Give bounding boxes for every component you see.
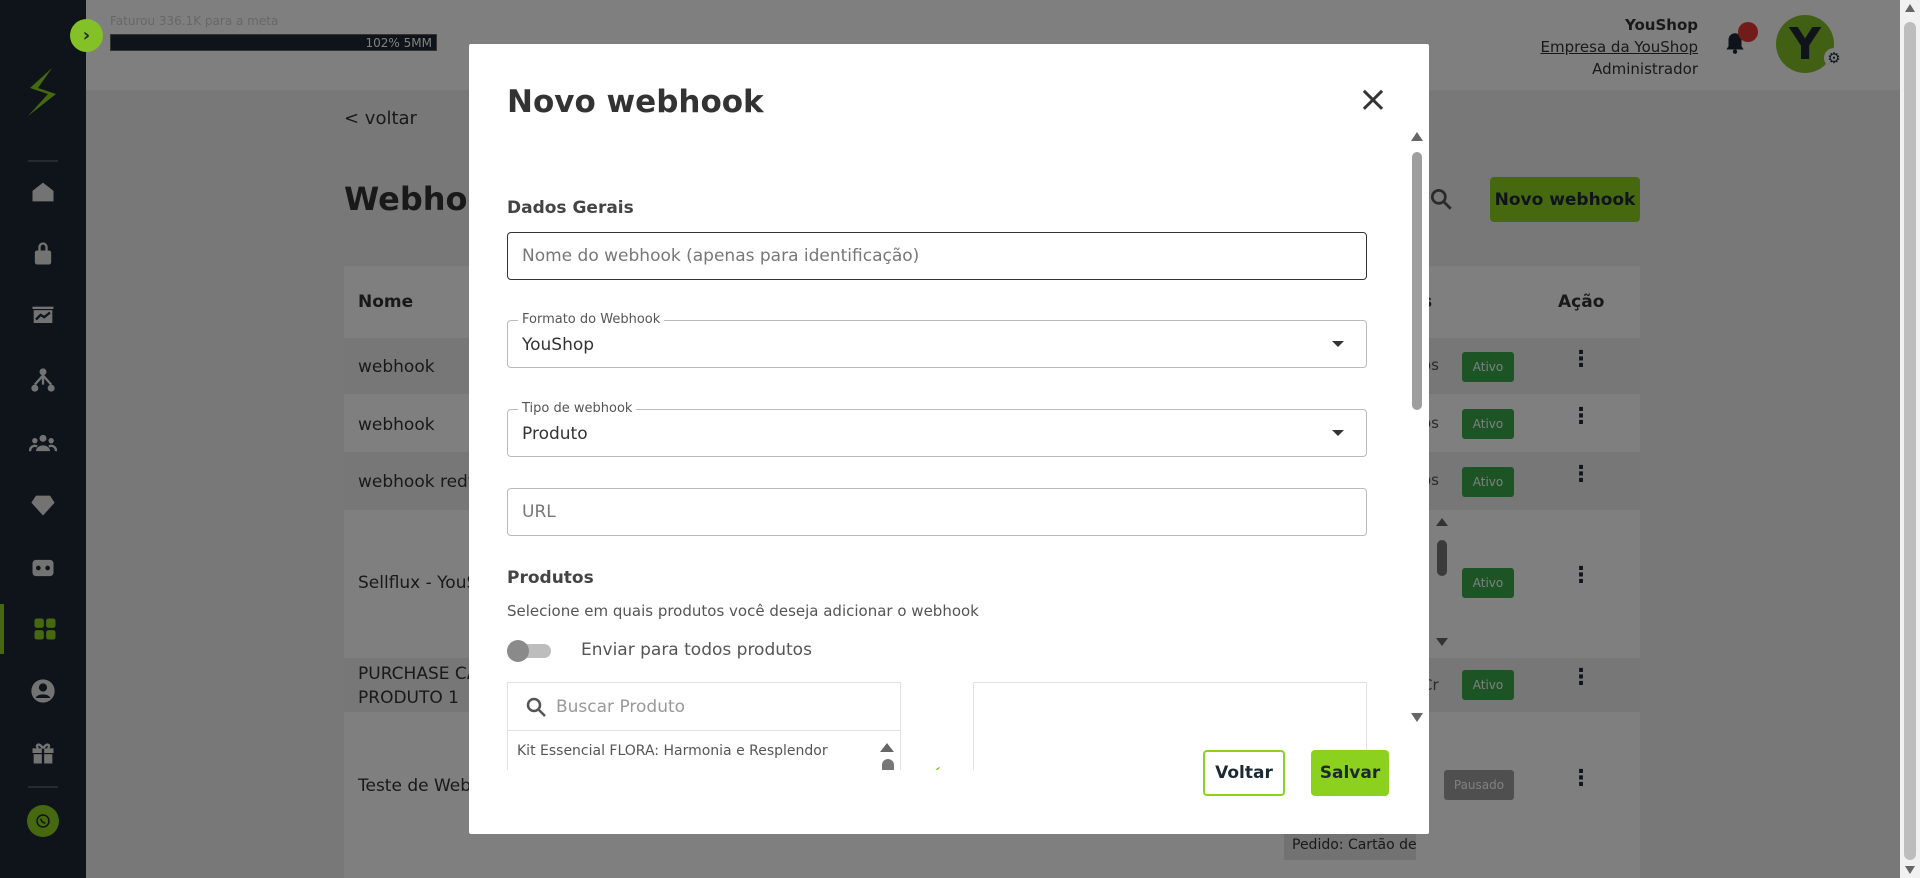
list-scroll-thumb[interactable]: [882, 759, 894, 770]
webhook-type-select[interactable]: Tipo de webhook Produto: [507, 401, 1367, 457]
send-all-products-label: Enviar para todos produtos: [581, 640, 812, 660]
scroll-down-arrow[interactable]: [1411, 713, 1423, 722]
page-scrollbar[interactable]: [1900, 0, 1920, 878]
list-scroll-up-arrow[interactable]: [880, 743, 894, 752]
back-button[interactable]: Voltar: [1203, 750, 1285, 796]
webhook-type-label: Tipo de webhook: [518, 401, 637, 416]
toggle-knob: [507, 640, 529, 662]
save-button[interactable]: Salvar: [1311, 750, 1389, 796]
section-title-general: Dados Gerais: [507, 198, 634, 218]
transfer-arrow-icon[interactable]: ‹: [935, 762, 941, 770]
scroll-up-arrow[interactable]: [1905, 4, 1915, 12]
webhook-format-select[interactable]: Formato do Webhook YouShop: [507, 312, 1367, 368]
section-title-products: Produtos: [507, 568, 594, 588]
product-list-item[interactable]: Kit Essencial FLORA: Harmonia e Resplend…: [517, 743, 828, 759]
chevron-down-icon: [1332, 341, 1344, 347]
webhook-type-value: Produto: [522, 424, 588, 444]
search-icon: [526, 697, 546, 717]
webhook-name-field[interactable]: Nome do webhook (apenas para identificaç…: [507, 232, 1367, 280]
scroll-thumb[interactable]: [1412, 152, 1422, 410]
product-search-input[interactable]: Buscar Produto: [508, 683, 900, 731]
new-webhook-dialog: Novo webhook × Dados Gerais Nome do webh…: [469, 44, 1429, 834]
webhook-format-label: Formato do Webhook: [518, 312, 665, 327]
sidebar-toggle-button[interactable]: ›: [70, 19, 103, 52]
webhook-name-placeholder: Nome do webhook (apenas para identificaç…: [522, 246, 920, 266]
dialog-title: Novo webhook: [507, 84, 764, 120]
webhook-format-value: YouShop: [522, 335, 595, 355]
send-all-products-toggle[interactable]: [507, 640, 553, 662]
dialog-scrollbar[interactable]: [1410, 132, 1424, 722]
chevron-down-icon: [1332, 430, 1344, 436]
product-search-placeholder: Buscar Produto: [556, 697, 686, 717]
scroll-down-arrow[interactable]: [1905, 866, 1915, 874]
scroll-thumb[interactable]: [1904, 22, 1916, 860]
scroll-up-arrow[interactable]: [1411, 132, 1423, 141]
selected-products-list: [973, 682, 1367, 770]
url-placeholder: URL: [522, 502, 556, 522]
available-products-list: Buscar Produto Kit Essencial FLORA: Harm…: [507, 682, 901, 770]
close-icon[interactable]: ×: [1357, 82, 1389, 118]
products-description: Selecione em quais produtos você deseja …: [507, 602, 979, 620]
url-field[interactable]: URL: [507, 488, 1367, 536]
dialog-body: Dados Gerais Nome do webhook (apenas par…: [507, 150, 1371, 770]
